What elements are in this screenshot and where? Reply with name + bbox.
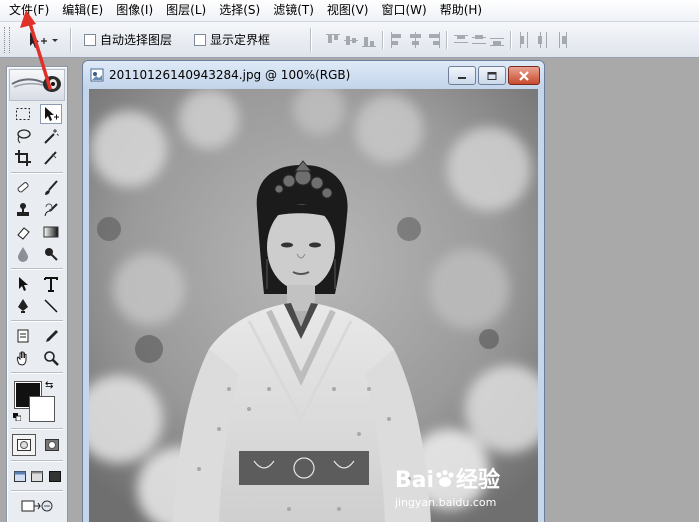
checkbox-box[interactable] — [194, 33, 207, 46]
grayscale-photo-woman-hanfu — [89, 89, 538, 522]
align-hcenter-icon[interactable] — [408, 31, 422, 48]
show-bounding-box-label: 显示定界框 — [210, 33, 271, 47]
minimize-button[interactable] — [448, 66, 476, 85]
stamp-icon[interactable] — [12, 200, 34, 220]
path-select-icon[interactable] — [12, 274, 34, 294]
document-window: 20110126140943284.jpg @ 100%(RGB) Bai 经验… — [82, 60, 545, 522]
screen-mode-full-menu-icon[interactable] — [30, 466, 44, 486]
quick-mask-mode-icon[interactable] — [41, 435, 63, 455]
separator — [510, 30, 513, 49]
menu-layer[interactable]: 图层(L) — [159, 0, 212, 21]
minimize-icon — [458, 76, 466, 79]
distribute-hcenter-icon[interactable] — [536, 31, 550, 48]
dodge-icon[interactable] — [40, 244, 62, 264]
menu-filter[interactable]: 滤镜(T) — [266, 0, 320, 21]
close-icon — [519, 70, 529, 81]
baidu-url: jingyan.baidu.com — [394, 496, 497, 509]
distribute-right-icon[interactable] — [554, 31, 568, 48]
annotation-arrow-icon — [20, 10, 52, 90]
pen-icon[interactable] — [12, 296, 34, 316]
distribute-top-icon[interactable] — [454, 32, 469, 48]
healing-brush-icon[interactable] — [12, 178, 34, 198]
image-canvas[interactable]: Bai 经验 jingyan.baidu.com — [89, 89, 538, 522]
menu-window[interactable]: 窗口(W) — [374, 0, 432, 21]
baidu-logo: Bai 经验 — [395, 462, 500, 494]
align-buttons — [324, 30, 570, 49]
magic-wand-icon[interactable] — [40, 126, 62, 146]
toolbox: ⇆ — [6, 66, 68, 522]
eyedropper-icon[interactable] — [40, 326, 62, 346]
screen-mode-standard-icon[interactable] — [13, 466, 27, 486]
menu-select[interactable]: 选择(S) — [212, 0, 266, 21]
menu-help[interactable]: 帮助(H) — [433, 0, 488, 21]
history-brush-icon[interactable] — [40, 200, 62, 220]
window-controls — [446, 66, 540, 85]
show-bounding-box-checkbox[interactable]: 显示定界框 — [194, 31, 270, 48]
maximize-button[interactable] — [478, 66, 506, 85]
separator — [382, 30, 385, 49]
screen-mode-full-icon[interactable] — [48, 466, 62, 486]
align-left-icon[interactable] — [390, 31, 404, 48]
align-vcenter-icon[interactable] — [344, 32, 359, 48]
align-top-icon[interactable] — [326, 32, 341, 48]
move-icon[interactable] — [40, 104, 62, 124]
notes-icon[interactable] — [12, 326, 34, 346]
standard-mode-icon[interactable] — [11, 434, 36, 456]
distribute-vcenter-icon[interactable] — [472, 32, 487, 48]
lasso-icon[interactable] — [12, 126, 34, 146]
color-swatches: ⇆ — [7, 378, 67, 424]
default-colors-icon[interactable] — [13, 410, 22, 422]
document-title: 20110126140943284.jpg @ 100%(RGB) — [109, 68, 351, 82]
menu-view[interactable]: 视图(V) — [320, 0, 375, 21]
hand-icon[interactable] — [12, 348, 34, 368]
separator — [446, 30, 449, 49]
align-bottom-icon[interactable] — [362, 32, 377, 48]
blur-icon[interactable] — [12, 244, 34, 264]
line-icon[interactable] — [40, 296, 62, 316]
zoom-icon[interactable] — [40, 348, 62, 368]
swap-colors-icon[interactable]: ⇆ — [45, 380, 53, 391]
distribute-bottom-icon[interactable] — [490, 32, 505, 48]
maximize-icon — [487, 71, 497, 80]
eraser-icon[interactable] — [12, 222, 34, 242]
brush-icon[interactable] — [40, 178, 62, 198]
crop-icon[interactable] — [12, 148, 34, 168]
photoshop-window: 文件(F) 编辑(E) 图像(I) 图层(L) 选择(S) 滤镜(T) 视图(V… — [0, 0, 699, 522]
background-color-swatch[interactable] — [29, 396, 55, 422]
document-titlebar[interactable]: 20110126140943284.jpg @ 100%(RGB) — [83, 61, 544, 89]
close-button[interactable] — [508, 66, 540, 85]
paw-icon — [436, 469, 454, 487]
marquee-icon[interactable] — [12, 104, 34, 124]
align-right-icon[interactable] — [426, 31, 441, 48]
separator — [310, 27, 313, 52]
slice-icon[interactable] — [40, 148, 62, 168]
baidu-logo-suffix: 经验 — [455, 468, 500, 493]
baidu-logo-text: Bai — [394, 468, 434, 493]
gradient-icon[interactable] — [40, 222, 62, 242]
baidu-watermark: Bai 经验 jingyan.baidu.com — [395, 462, 500, 509]
type-icon[interactable] — [40, 274, 62, 294]
distribute-left-icon[interactable] — [518, 31, 532, 48]
jump-to-imageready-icon[interactable] — [17, 496, 57, 516]
